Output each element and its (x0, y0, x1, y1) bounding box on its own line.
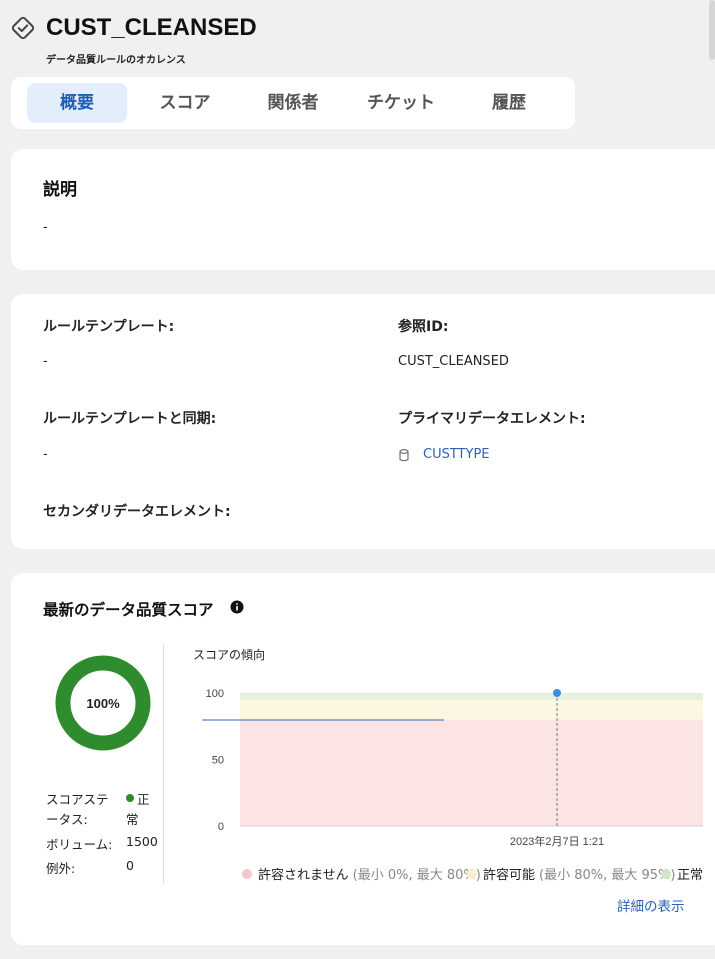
trend-title: スコアの傾向 (193, 648, 266, 662)
legend-range-unacceptable: (最小 0%, 最大 80%) (352, 868, 481, 883)
primary-element-label: プライマリデータエレメント: (398, 411, 586, 427)
status-label-line1: スコアステ (46, 792, 109, 807)
exceptions-label: 例外: (46, 861, 76, 876)
score-title: 最新のデータ品質スコア (43, 601, 214, 619)
donut-label: 100% (86, 696, 120, 711)
legend-range-acceptable: (最小 80%, 最大 95%) (539, 868, 676, 883)
band-unacceptable (240, 719, 703, 826)
status-label-line2: ータス: (46, 812, 88, 827)
database-icon (399, 449, 409, 462)
legend-item-normal: 正常 (661, 864, 703, 883)
tab-score[interactable]: スコア (135, 83, 235, 123)
data-point[interactable] (553, 689, 561, 697)
tab-tickets[interactable]: チケット (351, 83, 451, 123)
show-details-link[interactable]: 詳細の表示 (617, 895, 685, 915)
page-header: CUST_CLEANSED (10, 14, 257, 42)
x-tick-label: 2023年2月7日 1:21 (510, 834, 604, 848)
band-normal (240, 693, 703, 700)
tab-history[interactable]: 履歴 (459, 83, 559, 123)
divider (163, 644, 164, 884)
legend-item-acceptable: 許容可能 (最小 80%, 最大 95%) (467, 864, 675, 883)
sync-label: ルールテンプレートと同期: (43, 411, 217, 427)
page-subtitle: データ品質ルールのオカレンス (46, 55, 186, 66)
description-title: 説明 (43, 180, 77, 200)
status-dot (126, 794, 134, 802)
primary-element-link[interactable]: CUSTTYPE (423, 447, 490, 462)
info-icon[interactable] (230, 600, 244, 614)
legend-dot-unacceptable (242, 868, 252, 879)
rule-template-label: ルールテンプレート: (43, 319, 175, 335)
y-tick-label: 100 (206, 688, 224, 700)
legend-label-normal: 正常 (677, 868, 704, 883)
page-title: CUST_CLEANSED (46, 14, 257, 41)
exceptions-value: 0 (126, 858, 134, 873)
tab-stakeholders[interactable]: 関係者 (243, 83, 343, 123)
volume-value: 1500 (126, 834, 158, 849)
secondary-element-label: セカンダリデータエレメント: (43, 504, 231, 520)
legend-label-unacceptable: 許容されません (258, 868, 349, 883)
reference-id-label: 参照ID: (398, 319, 449, 335)
reference-id-value: CUST_CLEANSED (398, 354, 509, 369)
score-donut: 100% (55, 655, 151, 751)
tab-overview[interactable]: 概要 (27, 83, 127, 123)
description-value: - (43, 220, 48, 235)
rule-check-icon (11, 16, 35, 40)
description-card: 説明 - (11, 149, 715, 270)
band-acceptable (240, 699, 703, 720)
y-tick-label: 50 (212, 755, 224, 767)
status-value-line2: 常 (126, 812, 139, 827)
status-value-line1: 正 (137, 792, 150, 807)
volume-label: ボリューム: (46, 837, 113, 852)
scrollbar[interactable] (709, 0, 715, 60)
sync-value: - (43, 447, 48, 462)
legend-item-unacceptable: 許容されません (最小 0%, 最大 80%) (242, 864, 481, 883)
tab-bar: 概要 スコア 関係者 チケット 履歴 (11, 77, 575, 129)
legend-dot-normal (661, 868, 671, 879)
rule-template-value: - (43, 354, 48, 369)
legend-dot-acceptable (467, 868, 477, 879)
legend-label-acceptable: 許容可能 (483, 868, 536, 883)
y-tick-label: 0 (218, 821, 224, 833)
details-card: ルールテンプレート: - 参照ID: CUST_CLEANSED ルールテンプレ… (11, 294, 715, 549)
score-trend-chart: 100 50 0 2023年2月7日 1:21 (202, 688, 703, 848)
